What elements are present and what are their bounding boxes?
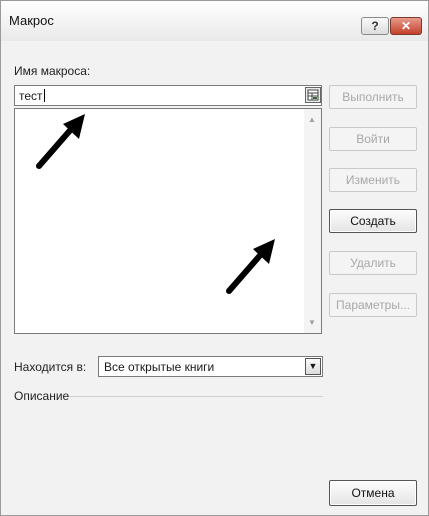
annotation-arrow-icon [226,239,275,294]
macro-dialog: Макрос ? ✕ Имя макроса: тест ▲ ▼ Выполни… [0,0,429,516]
cancel-button[interactable]: Отмена [329,480,417,506]
scroll-up-icon[interactable]: ▲ [308,115,316,124]
annotation-arrow-icon [36,114,85,169]
macro-name-value: тест [19,89,43,103]
delete-button[interactable]: Удалить [329,251,417,275]
help-icon: ? [371,19,379,33]
chevron-down-icon: ▼ [308,361,318,371]
location-select[interactable]: Все открытые книги [98,356,323,377]
location-dropdown-button[interactable]: ▼ [305,358,321,375]
options-button[interactable]: Параметры... [329,293,417,317]
description-text [14,403,322,483]
edit-button[interactable]: Изменить [329,168,417,192]
list-scrollbar[interactable]: ▲ ▼ [304,109,321,333]
location-value: Все открытые книги [104,360,215,374]
description-divider [69,396,323,397]
collapse-dialog-icon [307,89,319,101]
dialog-title: Макрос [9,13,54,28]
title-bar: Макрос ? ✕ [1,1,428,41]
location-label: Находится в: [14,360,87,374]
description-label: Описание [14,389,70,403]
help-button[interactable]: ? [361,17,389,35]
text-caret [43,89,45,102]
close-icon: ✕ [400,19,412,33]
macro-name-label: Имя макроса: [14,64,91,78]
scroll-down-icon[interactable]: ▼ [308,318,316,327]
create-button[interactable]: Создать [329,209,417,233]
macro-name-input[interactable]: тест [14,85,322,106]
step-into-button[interactable]: Войти [329,127,417,151]
close-button[interactable]: ✕ [390,17,422,35]
collapse-dialog-button[interactable] [305,87,321,103]
run-button[interactable]: Выполнить [329,85,417,109]
